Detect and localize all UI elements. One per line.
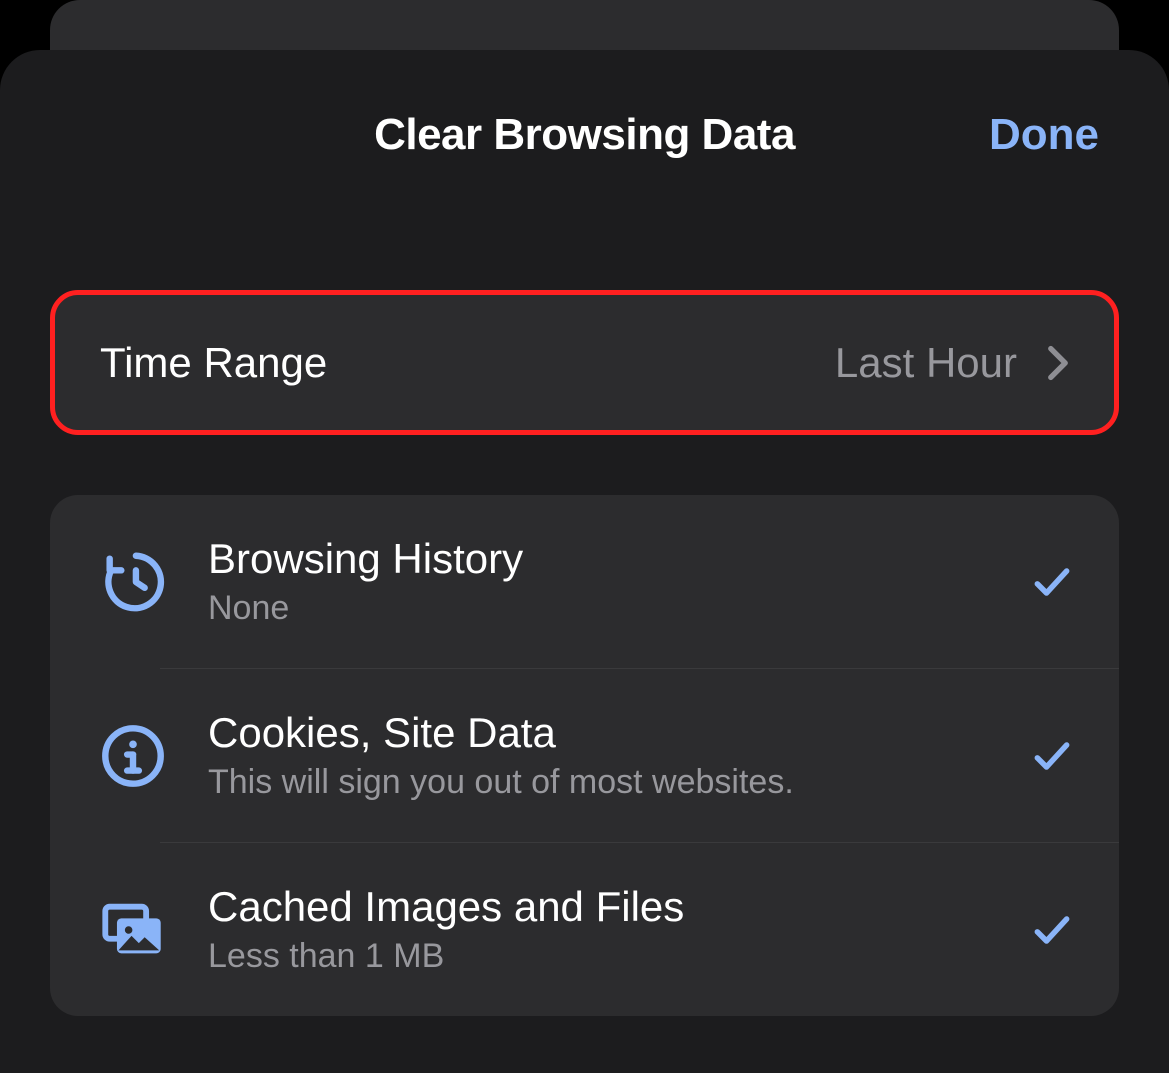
page-title: Clear Browsing Data — [374, 110, 795, 160]
modal-sheet: Clear Browsing Data Done Time Range Last… — [0, 50, 1169, 1073]
item-title: Cached Images and Files — [208, 883, 1030, 931]
time-range-value-wrap: Last Hour — [835, 339, 1069, 387]
item-subtitle: None — [208, 589, 1030, 628]
history-icon — [95, 547, 170, 617]
browsing-history-row[interactable]: Browsing History None — [50, 495, 1119, 668]
item-subtitle: This will sign you out of most websites. — [208, 763, 1030, 802]
data-types-group: Browsing History None Cookies, Site Data — [50, 495, 1119, 1016]
time-range-value: Last Hour — [835, 339, 1017, 387]
text-wrap: Browsing History None — [208, 535, 1030, 628]
cached-files-row[interactable]: Cached Images and Files Less than 1 MB — [50, 843, 1119, 1016]
cookies-row[interactable]: Cookies, Site Data This will sign you ou… — [50, 669, 1119, 842]
text-wrap: Cached Images and Files Less than 1 MB — [208, 883, 1030, 976]
checkmark-icon — [1030, 560, 1074, 604]
item-subtitle: Less than 1 MB — [208, 937, 1030, 976]
time-range-label: Time Range — [100, 339, 327, 387]
header: Clear Browsing Data Done — [0, 110, 1169, 160]
info-icon — [95, 721, 170, 791]
item-title: Cookies, Site Data — [208, 709, 1030, 757]
text-wrap: Cookies, Site Data This will sign you ou… — [208, 709, 1030, 802]
checkmark-icon — [1030, 908, 1074, 952]
checkmark-icon — [1030, 734, 1074, 778]
chevron-right-icon — [1047, 345, 1069, 381]
time-range-group: Time Range Last Hour — [50, 290, 1119, 435]
images-icon — [95, 895, 170, 965]
done-button[interactable]: Done — [989, 110, 1099, 160]
item-title: Browsing History — [208, 535, 1030, 583]
time-range-row[interactable]: Time Range Last Hour — [55, 295, 1114, 430]
